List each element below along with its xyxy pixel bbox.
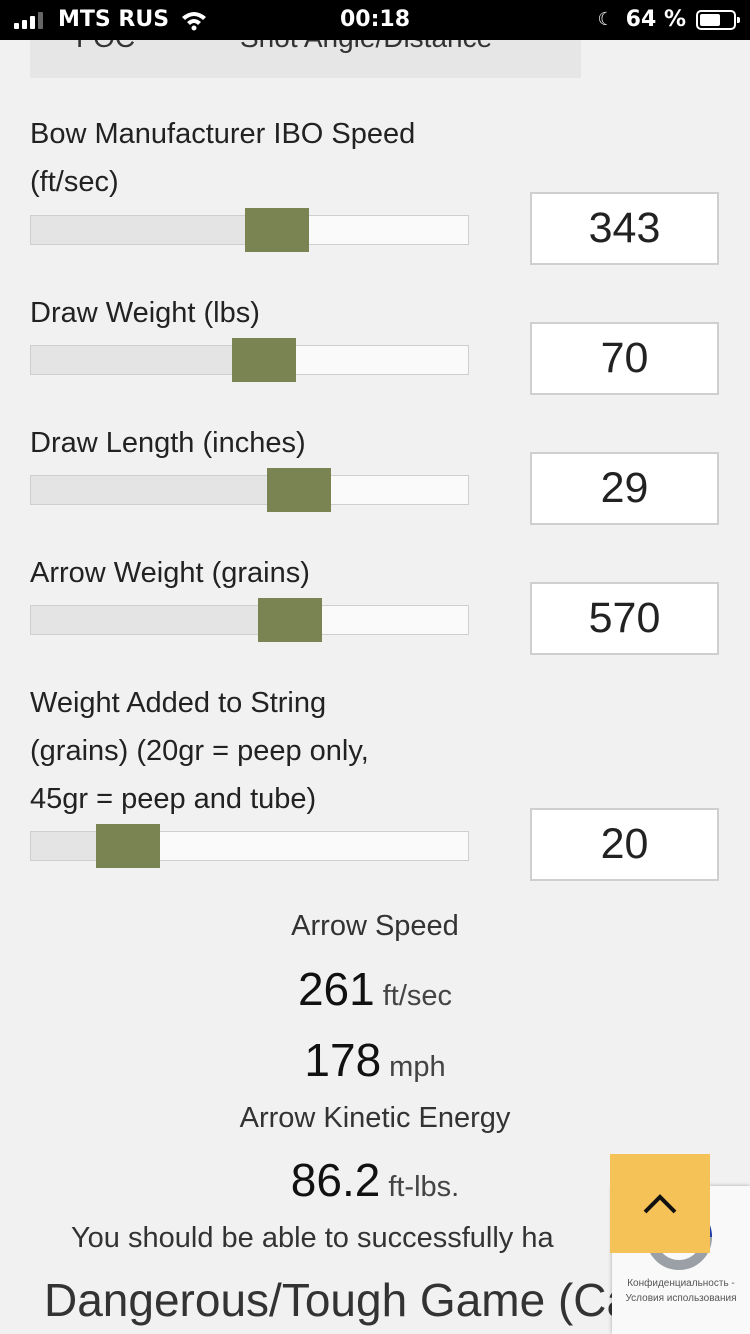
ibo-speed-label: Bow Manufacturer IBO Speed (ft/sec)	[30, 118, 416, 198]
slider-thumb[interactable]	[258, 598, 322, 642]
privacy-link[interactable]: Конфиденциальность -	[612, 1276, 750, 1291]
arrow-weight-input[interactable]: 570	[530, 582, 719, 655]
draw-weight-slider[interactable]	[30, 338, 469, 382]
arrow-weight-slider[interactable]	[30, 598, 469, 642]
string-weight-input[interactable]: 20	[530, 808, 719, 881]
slider-fill	[31, 216, 277, 244]
game-message: You should be able to successfully ha	[71, 1222, 554, 1254]
slider-thumb[interactable]	[231, 338, 296, 382]
slider-thumb[interactable]	[266, 468, 331, 512]
slider-fill	[31, 476, 299, 504]
status-bar: MTS RUS 00:18 ☾ 64 %	[0, 0, 750, 40]
draw-length-label: Draw Length (inches)	[30, 427, 306, 459]
fps-value: 261	[297, 963, 375, 1015]
fps-unit: ft/sec	[382, 980, 453, 1012]
energy-unit: ft-lbs.	[388, 1171, 460, 1203]
game-class: Dangerous/Tough Game (Cape	[44, 1274, 684, 1326]
slider-thumb[interactable]	[95, 824, 160, 868]
draw-length-input[interactable]: 29	[530, 452, 719, 525]
draw-weight-label: Draw Weight (lbs)	[30, 297, 260, 329]
arrow-speed-title: Arrow Speed	[291, 910, 459, 942]
draw-length-slider[interactable]	[30, 468, 469, 512]
arrow-speed-mph: 178 mph	[0, 1033, 750, 1087]
slider-fill	[31, 606, 290, 634]
arrow-weight-label: Arrow Weight (grains)	[30, 557, 310, 589]
battery-percent: 64 %	[625, 7, 686, 32]
mph-value: 178	[304, 1034, 382, 1086]
energy-value: 86.2	[290, 1154, 381, 1206]
chevron-up-icon	[643, 1193, 677, 1213]
string-weight-label: Weight Added to String (grains) (20gr = …	[30, 687, 369, 815]
terms-link[interactable]: Условия использования	[612, 1291, 750, 1306]
ibo-speed-slider[interactable]	[30, 208, 469, 252]
recaptcha-links[interactable]: Конфиденциальность - Условия использован…	[612, 1276, 750, 1306]
kinetic-energy-title: Arrow Kinetic Energy	[239, 1102, 511, 1134]
draw-weight-input[interactable]: 70	[530, 322, 719, 395]
slider-thumb[interactable]	[244, 208, 309, 252]
battery-icon	[696, 9, 740, 30]
arrow-speed-fps: 261 ft/sec	[0, 962, 750, 1016]
do-not-disturb-icon: ☾	[597, 9, 614, 30]
string-weight-slider[interactable]	[30, 824, 469, 868]
mph-unit: mph	[389, 1051, 446, 1083]
ibo-speed-input[interactable]: 343	[530, 192, 719, 265]
slider-fill	[31, 346, 264, 374]
back-to-top-button[interactable]	[610, 1154, 710, 1253]
